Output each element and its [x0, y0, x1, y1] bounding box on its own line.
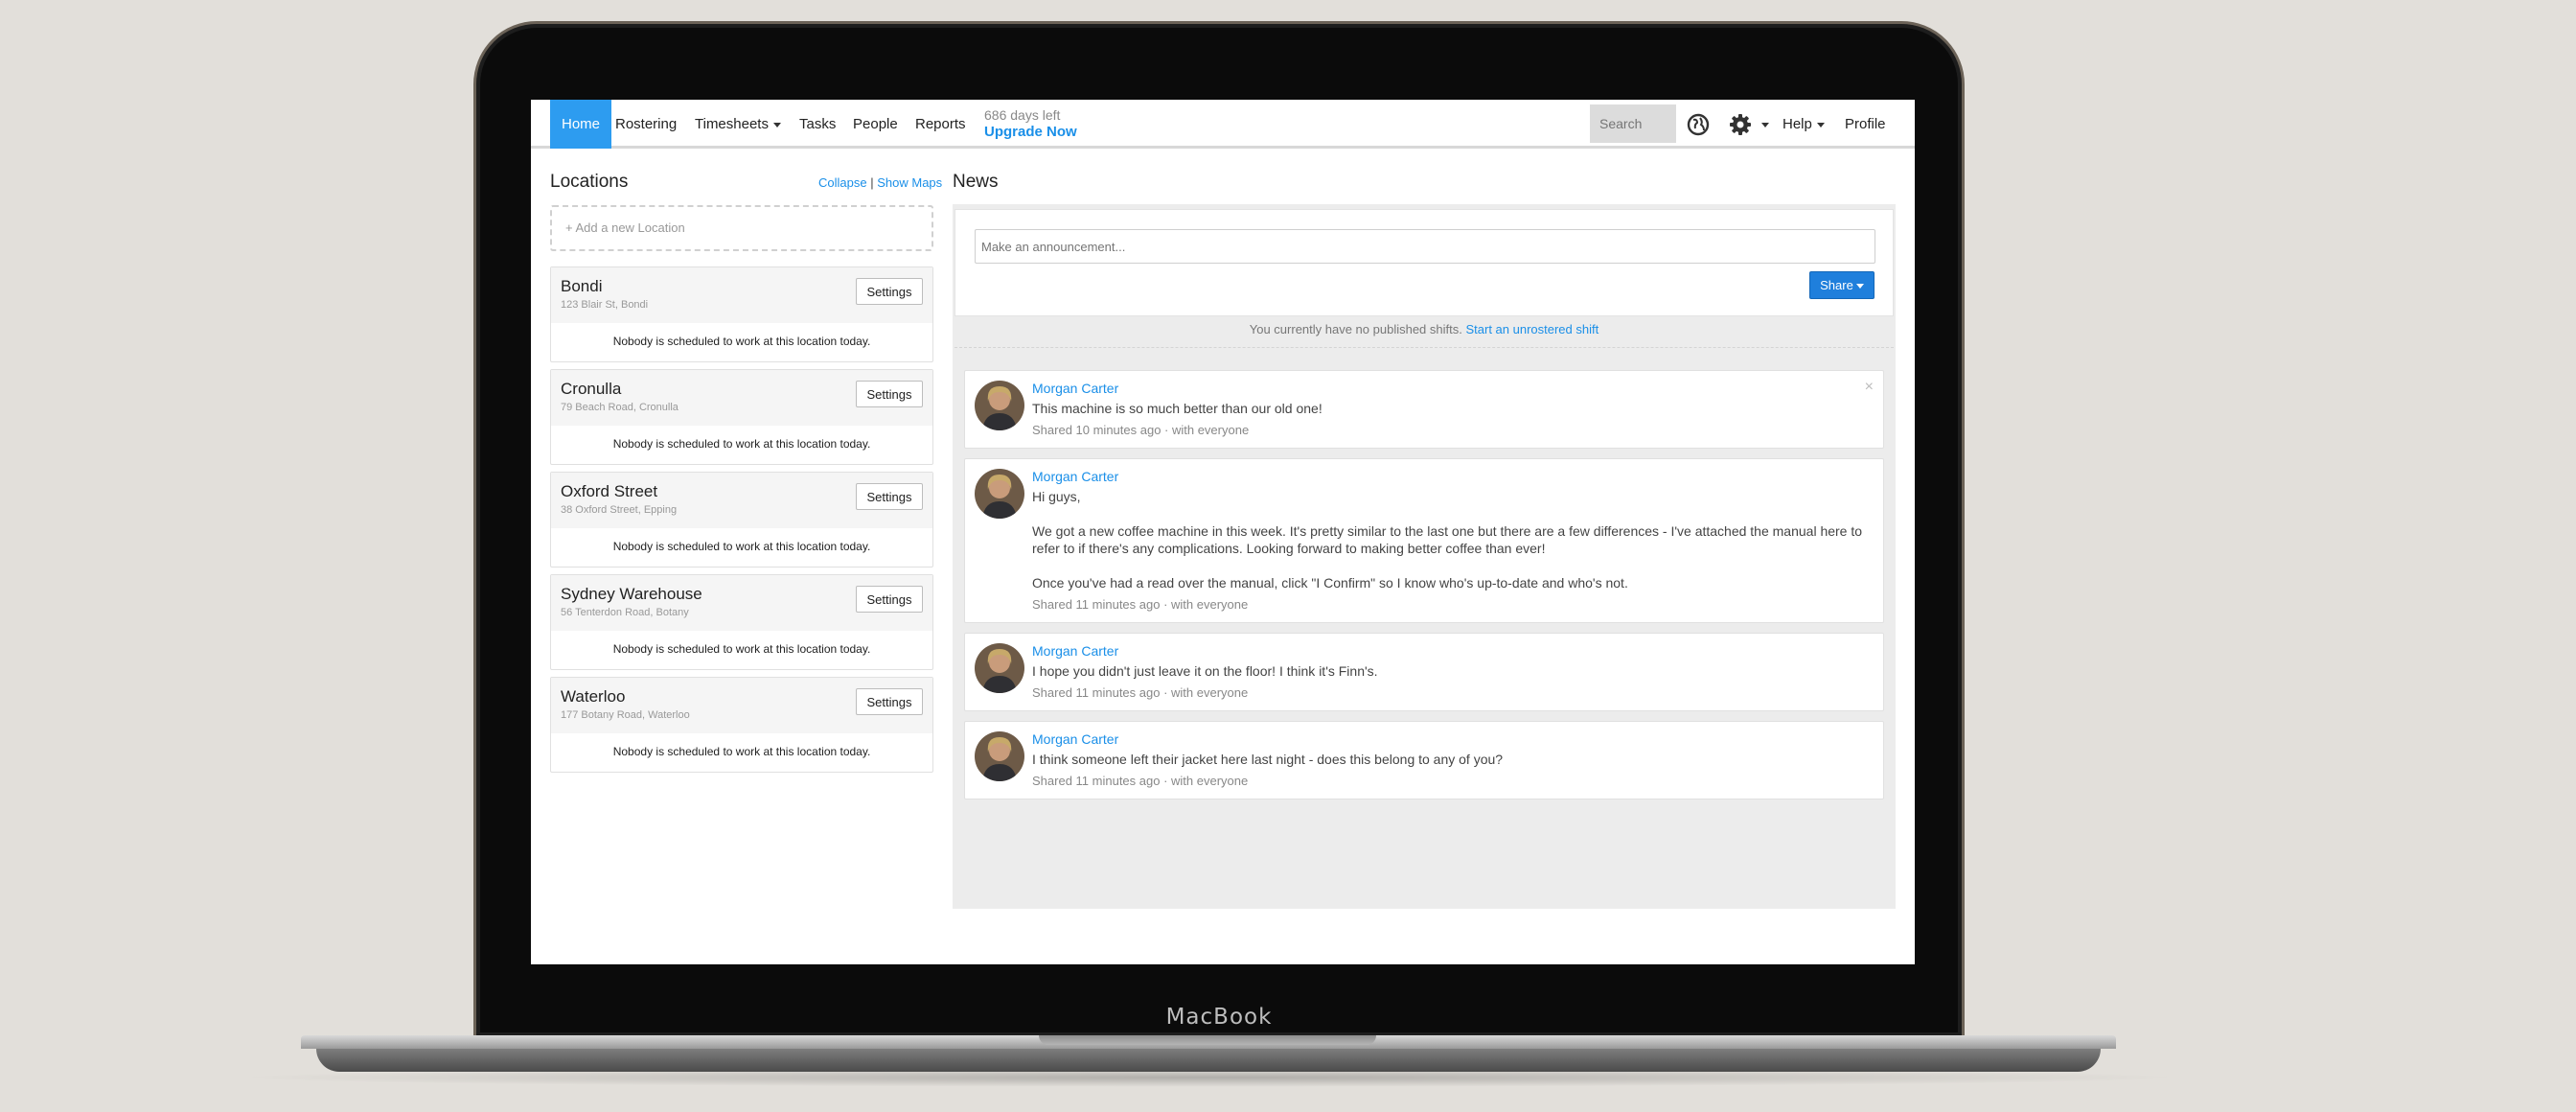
news-title: News — [953, 172, 999, 192]
post-meta: Shared 11 minutes ago · with everyone — [1032, 774, 1249, 788]
location-name: Sydney Warehouse — [561, 585, 702, 603]
no-shifts-notice: You currently have no published shifts. … — [954, 322, 1894, 336]
location-address: 123 Blair St, Bondi — [561, 299, 649, 311]
plus-icon: + — [565, 220, 573, 235]
location-schedule-message: Nobody is scheduled to work at this loca… — [612, 437, 871, 451]
post-author-link[interactable]: Morgan Carter — [1032, 731, 1118, 747]
post-text: Hi guys, — [1032, 489, 1081, 504]
news-post: Morgan Carter I think someone left their… — [964, 721, 1884, 799]
locations-links: Collapse | Show Maps — [818, 175, 942, 190]
share-button[interactable]: Share — [1809, 271, 1874, 299]
post-text: I hope you didn't just leave it on the f… — [1032, 663, 1378, 679]
location-schedule-message: Nobody is scheduled to work at this loca… — [612, 335, 871, 348]
location-settings-button[interactable]: Settings — [856, 278, 923, 305]
location-address: 177 Botany Road, Waterloo — [561, 709, 690, 721]
location-settings-button[interactable]: Settings — [856, 586, 923, 613]
news-post: Morgan Carter I hope you didn't just lea… — [964, 633, 1884, 711]
share-label: Share — [1820, 278, 1853, 292]
laptop-notch — [1039, 1035, 1376, 1045]
settings-chevron-down-icon[interactable] — [1761, 123, 1769, 127]
top-nav: Home Rostering Timesheets Tasks People R… — [531, 100, 1915, 149]
post-text: We got a new coffee machine in this week… — [1032, 523, 1863, 556]
avatar[interactable] — [975, 381, 1024, 430]
location-name: Waterloo — [561, 687, 626, 706]
post-text: I think someone left their jacket here l… — [1032, 752, 1504, 767]
announcement-input[interactable] — [975, 229, 1875, 264]
location-card: Bondi 123 Blair St, Bondi Settings Nobod… — [550, 266, 933, 362]
add-location-button[interactable]: + Add a new Location — [550, 205, 933, 251]
avatar[interactable] — [975, 469, 1024, 519]
gear-icon[interactable] — [1728, 112, 1753, 137]
location-card: Oxford Street 38 Oxford Street, Epping S… — [550, 472, 933, 568]
upgrade-link[interactable]: Upgrade Now — [984, 124, 1077, 140]
search-input[interactable] — [1590, 104, 1676, 143]
location-settings-button[interactable]: Settings — [856, 483, 923, 510]
add-location-label: Add a new Location — [575, 220, 685, 235]
location-card: Waterloo 177 Botany Road, Waterloo Setti… — [550, 677, 933, 773]
chevron-down-icon — [1816, 122, 1825, 127]
collapse-link[interactable]: Collapse — [818, 175, 867, 190]
trial-days-left: 686 days left — [984, 107, 1061, 123]
laptop-base-bottom — [316, 1049, 2101, 1072]
chevron-down-icon — [1855, 284, 1864, 290]
nav-help[interactable]: Help — [1782, 100, 1825, 149]
avatar[interactable] — [975, 643, 1024, 693]
post-meta: Shared 11 minutes ago · with everyone — [1032, 685, 1249, 700]
no-shifts-text: You currently have no published shifts. — [1249, 322, 1462, 336]
post-author-link[interactable]: Morgan Carter — [1032, 643, 1118, 659]
location-schedule-message: Nobody is scheduled to work at this loca… — [612, 540, 871, 553]
post-text: This machine is so much better than our … — [1032, 401, 1322, 416]
app-screen: Home Rostering Timesheets Tasks People R… — [531, 100, 1915, 964]
nav-profile[interactable]: Profile — [1845, 100, 1886, 149]
chevron-down-icon — [772, 122, 781, 127]
location-settings-button[interactable]: Settings — [856, 688, 923, 715]
location-settings-button[interactable]: Settings — [856, 381, 923, 407]
location-name: Oxford Street — [561, 482, 658, 500]
post-author-link[interactable]: Morgan Carter — [1032, 469, 1118, 484]
avatar[interactable] — [975, 731, 1024, 781]
news-post: Morgan Carter This machine is so much be… — [964, 370, 1884, 449]
nav-people[interactable]: People — [853, 100, 898, 149]
locations-title: Locations — [550, 172, 629, 192]
location-name: Bondi — [561, 277, 603, 295]
globe-icon[interactable] — [1686, 112, 1711, 137]
nav-help-label: Help — [1782, 116, 1812, 132]
show-maps-link[interactable]: Show Maps — [877, 175, 942, 190]
links-separator: | — [870, 175, 874, 190]
nav-timesheets[interactable]: Timesheets — [695, 100, 781, 149]
location-card: Sydney Warehouse 56 Tenterdon Road, Bota… — [550, 574, 933, 670]
location-name: Cronulla — [561, 380, 622, 398]
location-card: Cronulla 79 Beach Road, Cronulla Setting… — [550, 369, 933, 465]
nav-rostering[interactable]: Rostering — [615, 100, 677, 149]
nav-reports[interactable]: Reports — [915, 100, 966, 149]
location-address: 79 Beach Road, Cronulla — [561, 402, 678, 413]
location-schedule-message: Nobody is scheduled to work at this loca… — [612, 642, 871, 656]
laptop-brand: MacBook — [1165, 1005, 1273, 1030]
location-address: 56 Tenterdon Road, Botany — [561, 607, 689, 618]
location-schedule-message: Nobody is scheduled to work at this loca… — [612, 745, 871, 758]
post-author-link[interactable]: Morgan Carter — [1032, 381, 1118, 396]
divider — [954, 347, 1894, 348]
post-meta: Shared 10 minutes ago · with everyone — [1032, 423, 1250, 437]
nav-timesheets-label: Timesheets — [695, 116, 769, 132]
nav-home[interactable]: Home — [550, 100, 612, 149]
start-unrostered-shift-link[interactable]: Start an unrostered shift — [1465, 322, 1598, 336]
post-text: Once you've had a read over the manual, … — [1032, 575, 1628, 591]
close-icon[interactable]: × — [1865, 379, 1874, 396]
announcement-box: Share — [954, 209, 1894, 316]
nav-tasks[interactable]: Tasks — [799, 100, 836, 149]
news-post: Morgan Carter Hi guys, We got a new coff… — [964, 458, 1884, 623]
post-meta: Shared 11 minutes ago · with everyone — [1032, 597, 1249, 612]
location-address: 38 Oxford Street, Epping — [561, 504, 678, 516]
